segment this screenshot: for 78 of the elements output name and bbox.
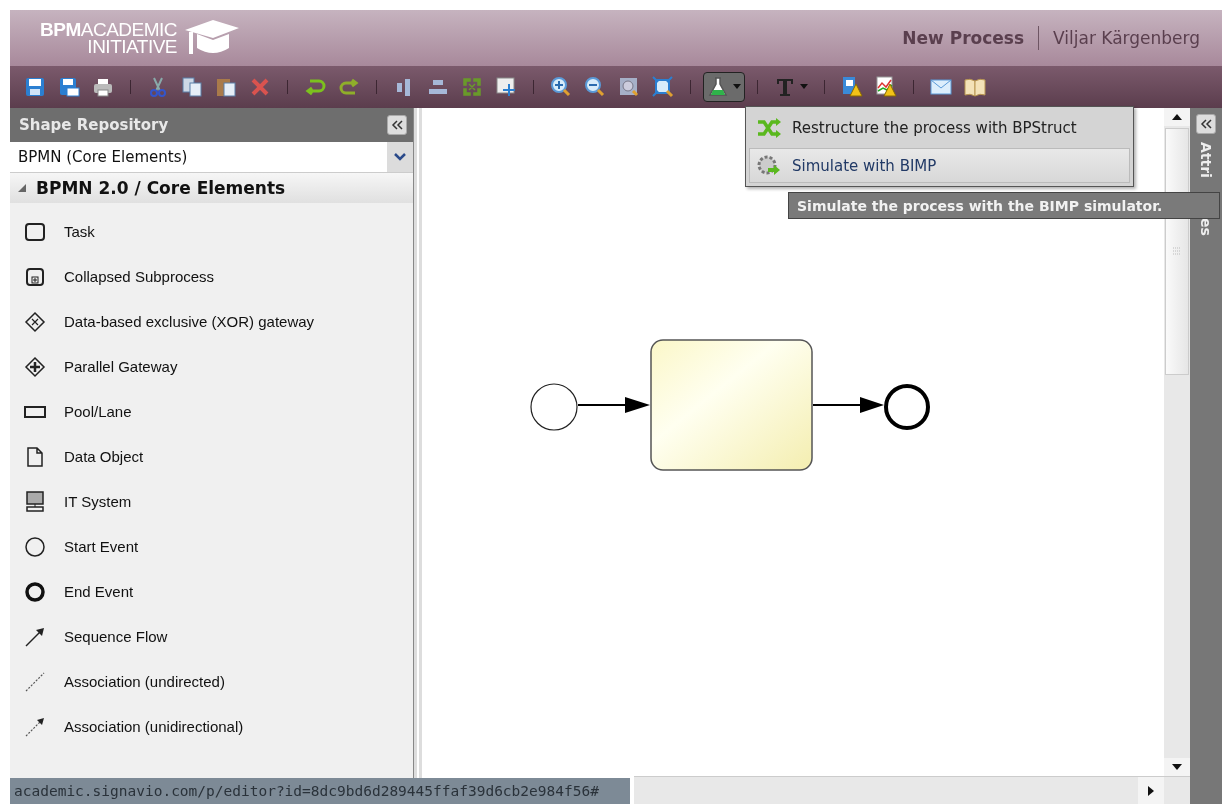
flask-icon: [707, 76, 729, 98]
scissors-icon: [147, 76, 169, 98]
dotted-arrow-icon: [24, 715, 46, 738]
horizontal-scrollbar[interactable]: [634, 776, 1190, 804]
redo-icon: [338, 76, 360, 98]
gear-icon: [756, 153, 782, 178]
dotted-line-icon: [24, 670, 46, 693]
menu-item[interactable]: Restructure the process with BPStruct: [749, 110, 1130, 145]
gateway-icon: [24, 355, 46, 378]
delete-icon: [249, 76, 271, 98]
document-title: New Process: [902, 28, 1025, 48]
save-icon: [24, 76, 46, 98]
triangle-up-icon: [1172, 114, 1182, 120]
shape-item[interactable]: Collapsed Subprocess: [10, 254, 413, 299]
menu-item[interactable]: Simulate with BIMP: [749, 148, 1130, 183]
sequence-flow[interactable]: [812, 397, 884, 413]
computer-icon: [24, 490, 46, 513]
chart-warning-icon: [875, 76, 897, 98]
move-icon: [495, 76, 517, 98]
tooltip: Simulate the process with the BIMP simulator.: [788, 192, 1220, 219]
caret-icon: [733, 84, 741, 90]
arrow-icon: [24, 625, 46, 648]
shuffle-icon: [756, 115, 782, 140]
paste-icon: [215, 76, 237, 98]
zoom-in-icon: [550, 76, 572, 98]
logo: BPMACADEMIC INITIATIVE: [40, 18, 242, 58]
double-chevron-icon: [391, 120, 403, 130]
user-name[interactable]: Viljar Kärgenberg: [1053, 28, 1200, 48]
shape-item[interactable]: Sequence Flow: [10, 614, 413, 659]
task-shape[interactable]: [650, 339, 813, 471]
task-icon: [24, 220, 46, 243]
vertical-scrollbar[interactable]: [1164, 108, 1190, 776]
copy-icon: [181, 76, 203, 98]
status-bar: academic.signavio.com/p/editor?id=8dc9bd6d289445ffaf39d6cb2e984f56#: [10, 778, 630, 804]
shape-item[interactable]: Data Object: [10, 434, 413, 479]
double-chevron-icon: [1200, 119, 1212, 129]
subprocess-icon: [24, 265, 46, 288]
scroll-up-button[interactable]: [1164, 108, 1190, 126]
panel-title: Shape Repository: [19, 116, 169, 134]
shape-item[interactable]: IT System: [10, 479, 413, 524]
expand-icon: [461, 76, 483, 98]
panel-title: Attri: [1198, 142, 1214, 178]
expand-button[interactable]: [1196, 114, 1216, 134]
document-warning-icon: [841, 76, 863, 98]
shape-item[interactable]: Pool/Lane: [10, 389, 413, 434]
end-event[interactable]: [884, 384, 930, 430]
shape-item[interactable]: Association (unidirectional): [10, 704, 413, 749]
shape-item[interactable]: Start Event: [10, 524, 413, 569]
shape-item[interactable]: Data-based exclusive (XOR) gateway: [10, 299, 413, 344]
document-icon: [24, 445, 46, 468]
group-header[interactable]: BPMN 2.0 / Core Elements: [10, 173, 413, 203]
collapse-button[interactable]: [387, 115, 407, 135]
printer-icon: [92, 76, 114, 98]
sequence-flow[interactable]: [577, 397, 650, 413]
grip-icon: [1173, 246, 1181, 257]
start-event[interactable]: [530, 383, 578, 431]
mail-icon: [930, 76, 952, 98]
zoom-icon: [618, 76, 640, 98]
save-icon: [58, 76, 80, 98]
circle-icon: [24, 580, 46, 603]
book-icon: [964, 76, 986, 98]
zoom-out-icon: [584, 76, 606, 98]
text-icon: [774, 76, 796, 98]
panel-title: es: [1198, 217, 1214, 236]
shape-item[interactable]: End Event: [10, 569, 413, 614]
gateway-icon: [24, 310, 46, 333]
simulation-menu-button[interactable]: [703, 72, 745, 102]
stencil-set-select[interactable]: BPMN (Core Elements): [10, 142, 413, 173]
shape-item[interactable]: Association (undirected): [10, 659, 413, 704]
caret-icon: [800, 84, 808, 90]
shape-item[interactable]: Task: [10, 209, 413, 254]
chevron-down-icon: [394, 153, 406, 161]
scroll-down-button[interactable]: [1164, 758, 1190, 776]
triangle-down-icon: [1172, 764, 1182, 770]
shape-item[interactable]: Parallel Gateway: [10, 344, 413, 389]
circle-icon: [24, 535, 46, 558]
triangle-right-icon: [1148, 785, 1154, 796]
scroll-right-button[interactable]: [1138, 777, 1164, 804]
